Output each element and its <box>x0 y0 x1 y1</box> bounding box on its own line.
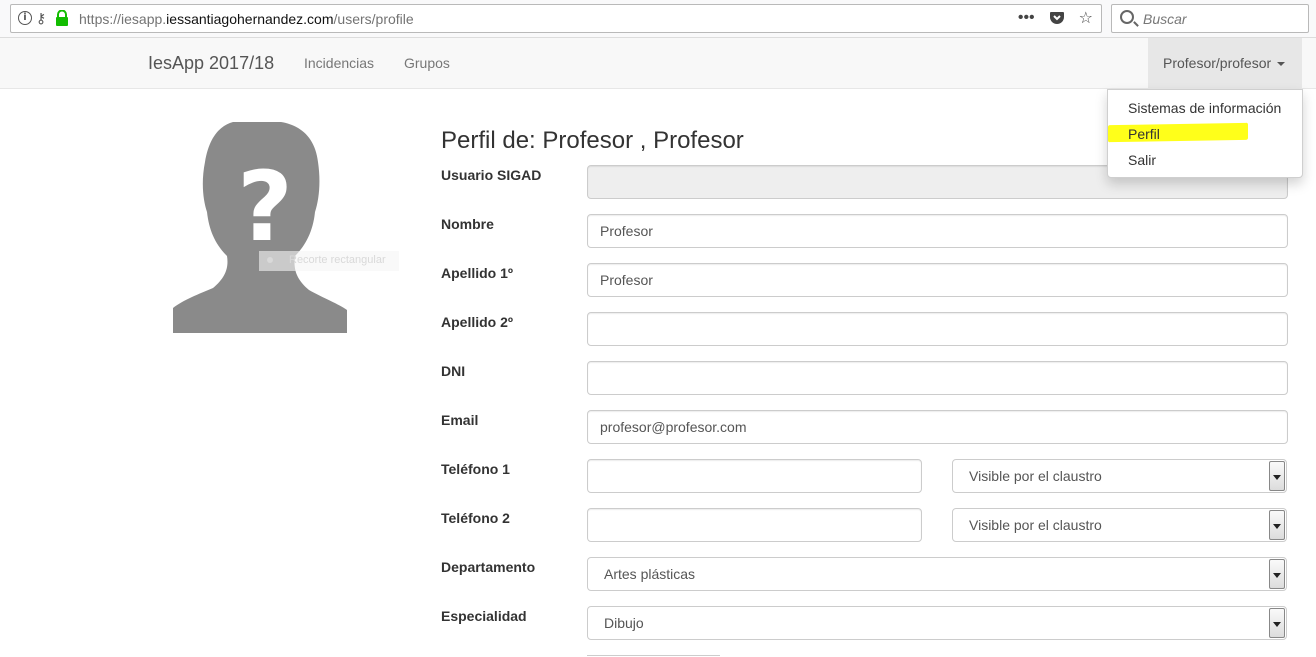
telefono1-visibility-value: Visible por el claustro <box>969 468 1102 484</box>
snip-tool-overlay: Recorte rectangular <box>259 251 399 271</box>
nombre-input[interactable]: Profesor <box>587 214 1288 248</box>
avatar-placeholder-icon: ? <box>173 122 347 333</box>
label-apellido2: Apellido 2º <box>441 314 514 330</box>
departamento-value: Artes plásticas <box>604 566 696 582</box>
apellido1-input[interactable]: Profesor <box>587 263 1288 297</box>
browser-toolbar: i ⚷ https://iesapp.iessantiagohernandez.… <box>0 0 1316 38</box>
address-bar[interactable]: i ⚷ https://iesapp.iessantiagohernandez.… <box>10 4 1102 33</box>
lock-icon[interactable] <box>55 10 69 26</box>
telefono1-visibility-select[interactable]: Visible por el claustro <box>952 459 1287 493</box>
search-placeholder: Buscar <box>1143 11 1187 27</box>
departamento-select[interactable]: Artes plásticas <box>587 557 1287 591</box>
brand-link[interactable]: IesApp 2017/18 <box>148 53 274 74</box>
label-telefono2: Teléfono 2 <box>441 510 510 526</box>
nav-link-incidencias[interactable]: Incidencias <box>304 55 374 71</box>
user-menu-label: Profesor/profesor <box>1163 55 1272 71</box>
caret-down-icon <box>1277 62 1286 67</box>
menu-item-salir[interactable]: Salir <box>1128 152 1156 168</box>
nav-link-grupos[interactable]: Grupos <box>404 55 450 71</box>
url-text[interactable]: https://iesapp.iessantiagohernandez.com/… <box>79 11 414 27</box>
app-navbar: IesApp 2017/18 Incidencias Grupos Profes… <box>0 38 1316 89</box>
info-icon[interactable]: i <box>18 11 32 25</box>
menu-item-perfil[interactable]: Perfil <box>1128 126 1160 142</box>
bookmark-star-icon[interactable]: ☆ <box>1079 8 1093 28</box>
search-box[interactable]: Buscar <box>1111 4 1309 33</box>
page-actions-icon[interactable]: ••• <box>1018 9 1035 27</box>
label-usuario-sigad: Usuario SIGAD <box>441 167 542 183</box>
label-telefono1: Teléfono 1 <box>441 461 510 477</box>
dropdown-arrow-icon[interactable] <box>1269 461 1285 491</box>
pocket-icon[interactable] <box>1049 10 1065 26</box>
dni-input[interactable] <box>587 361 1288 395</box>
dropdown-arrow-icon[interactable] <box>1269 510 1285 540</box>
label-apellido1: Apellido 1º <box>441 265 514 281</box>
apellido2-input[interactable] <box>587 312 1288 346</box>
dropdown-arrow-icon[interactable] <box>1269 608 1285 638</box>
menu-item-sistemas[interactable]: Sistemas de información <box>1128 100 1281 116</box>
telefono2-visibility-select[interactable]: Visible por el claustro <box>952 508 1287 542</box>
key-icon[interactable]: ⚷ <box>36 10 46 27</box>
label-email: Email <box>441 412 479 428</box>
page-title: Perfil de: Profesor , Profesor <box>441 127 744 154</box>
label-especialidad: Especialidad <box>441 608 527 624</box>
user-dropdown-menu: Sistemas de información Perfil Salir <box>1107 89 1303 178</box>
label-dni: DNI <box>441 363 466 379</box>
especialidad-value: Dibujo <box>604 615 644 631</box>
telefono2-input[interactable] <box>587 508 922 542</box>
telefono2-visibility-value: Visible por el claustro <box>969 517 1102 533</box>
search-icon <box>1120 10 1134 24</box>
telefono1-input[interactable] <box>587 459 922 493</box>
dropdown-arrow-icon[interactable] <box>1269 559 1285 589</box>
label-nombre: Nombre <box>441 216 494 232</box>
email-input[interactable]: profesor@profesor.com <box>587 410 1288 444</box>
svg-text:?: ? <box>237 151 293 263</box>
user-menu-toggle[interactable]: Profesor/profesor <box>1148 38 1302 88</box>
especialidad-select[interactable]: Dibujo <box>587 606 1287 640</box>
label-departamento: Departamento <box>441 559 536 575</box>
